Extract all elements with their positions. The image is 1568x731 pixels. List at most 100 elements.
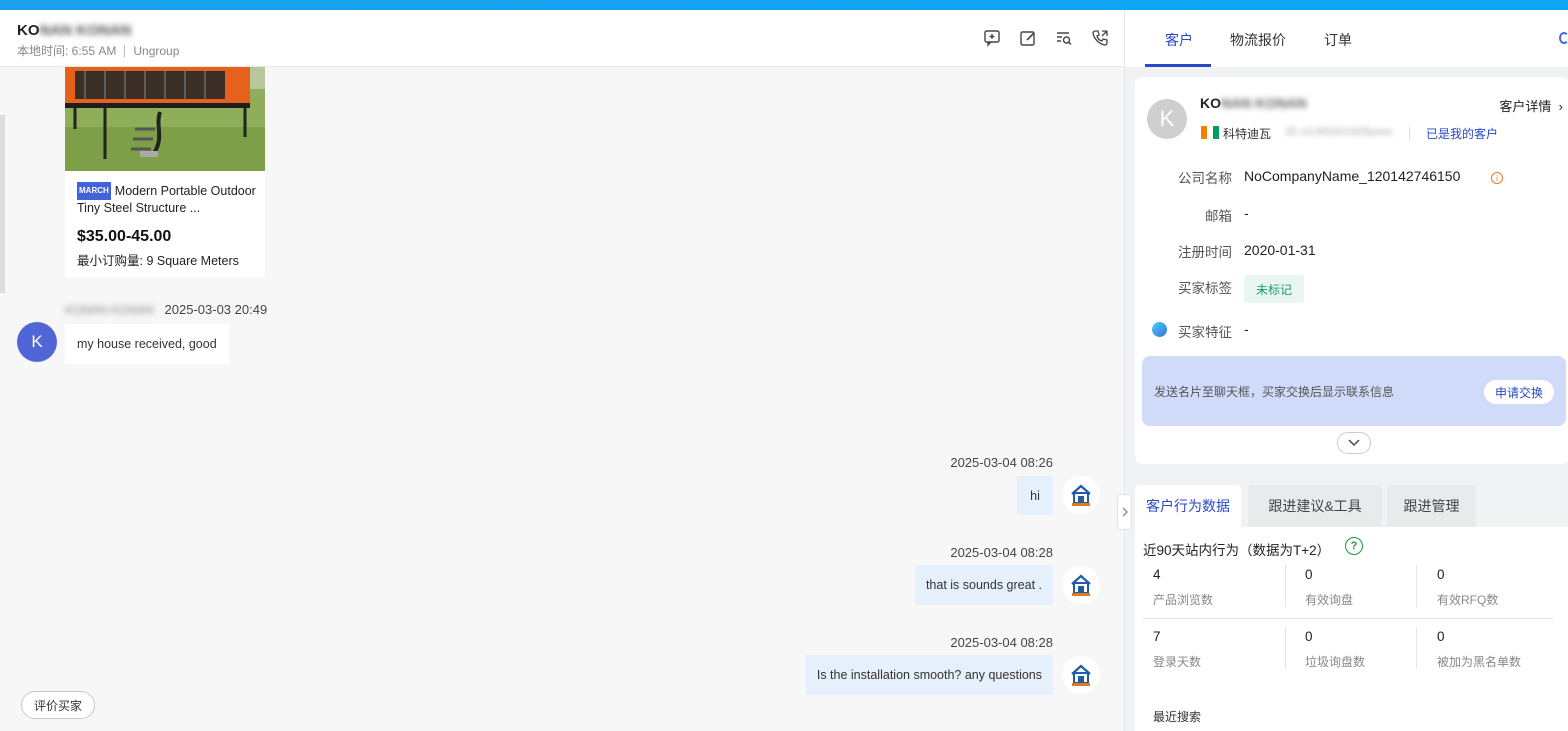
chevron-down-icon — [1348, 439, 1360, 446]
tab-customer[interactable]: 客户 — [1165, 30, 1193, 50]
tab-followup-tools[interactable]: 跟进建议&工具 — [1248, 485, 1382, 527]
company-logo-icon[interactable] — [1062, 656, 1100, 694]
active-tab-indicator — [1145, 64, 1211, 67]
help-icon[interactable]: ? — [1345, 537, 1363, 555]
march-badge: MARCH — [77, 182, 111, 200]
outgoing-message-bubble[interactable]: hi — [1017, 476, 1053, 515]
registration-label: 注册时间 — [1178, 245, 1232, 260]
moq-label: 最小订购量: — [77, 254, 143, 268]
outgoing-message-bubble[interactable]: that is sounds great . — [914, 565, 1053, 605]
chevron-right-icon: › — [1555, 99, 1563, 114]
divider — [1409, 127, 1410, 139]
sender-name: KONAN KONAN — [65, 303, 154, 317]
panel-tabs: 客户 物流报价 订单 — [1125, 10, 1568, 67]
stat-value: 0 — [1305, 629, 1313, 644]
product-price: $35.00-45.00 — [77, 228, 172, 245]
contact-subtitle: 本地时间: 6:55 AM Ungroup — [17, 42, 179, 59]
product-title[interactable]: MARCH Modern Portable Outdoor Tiny Steel … — [77, 182, 257, 216]
outgoing-message-bubble[interactable]: Is the installation smooth? any question… — [805, 655, 1053, 695]
stat-label: 有效询盘 — [1305, 593, 1354, 607]
customer-detail-link[interactable]: 客户详情 › — [1499, 96, 1563, 115]
customer-card: K KONAN KONAN 客户详情 › 科特迪瓦 ID ci136520192… — [1135, 77, 1568, 464]
stat-value: 0 — [1437, 629, 1445, 644]
chat-header: KONAN KONAN 本地时间: 6:55 AM Ungroup — [0, 10, 1124, 67]
company-value: NoCompanyName_120142746150 — [1244, 168, 1461, 184]
tab-orders[interactable]: 订单 — [1324, 30, 1352, 50]
customer-name-text: KO — [1200, 95, 1221, 111]
expand-button[interactable] — [1337, 432, 1371, 454]
contact-name-text: KO — [17, 22, 40, 39]
stat-label: 被加为黑名单数 — [1437, 655, 1522, 669]
top-accent-bar — [0, 0, 1568, 10]
search-list-icon[interactable] — [1054, 28, 1074, 48]
divider — [1416, 627, 1417, 669]
incoming-message-bubble[interactable]: my house received, good — [65, 324, 229, 364]
stat-label: 登录天数 — [1153, 655, 1202, 669]
customer-avatar: K — [1147, 99, 1187, 139]
customer-detail-label: 客户详情 — [1499, 99, 1552, 114]
behavior-data-section: 近90天站内行为（数据为T+2） ? 4 产品浏览数 0 有效询盘 0 有效RF… — [1135, 527, 1568, 731]
panel-collapse-handle[interactable] — [1117, 494, 1132, 530]
incoming-message-meta: KONAN KONAN 2025-03-03 20:49 — [65, 302, 267, 317]
message-timestamp: 2025-03-04 08:28 — [950, 545, 1053, 560]
chat-area: KONAN KONAN 本地时间: 6:55 AM Ungroup MARCH … — [0, 10, 1124, 731]
stat-label: 垃圾询盘数 — [1305, 655, 1366, 669]
behavior-tabs: 客户行为数据 跟进建议&工具 跟进管理 — [1135, 485, 1568, 527]
contact-name: KONAN KONAN — [17, 22, 131, 39]
product-image — [65, 67, 265, 171]
stat-value: 7 — [1153, 629, 1161, 644]
chevron-right-icon — [1122, 507, 1128, 517]
customer-panel: 客户 物流报价 订单 K KONAN KONAN 客户详情 › 科特迪瓦 ID … — [1124, 10, 1568, 731]
search-icon[interactable] — [1559, 32, 1568, 44]
card-exchange-banner: 发送名片至聊天框，买家交换后显示联系信息 申请交换 — [1142, 356, 1566, 426]
behavior-title: 近90天站内行为（数据为T+2） — [1143, 543, 1331, 558]
message-timestamp: 2025-03-04 08:28 — [950, 635, 1053, 650]
company-logo-icon[interactable] — [1062, 476, 1100, 514]
product-moq: 最小订购量: 9 Square Meters — [77, 250, 239, 269]
stat-label: 有效RFQ数 — [1437, 593, 1499, 607]
company-label: 公司名称 — [1178, 171, 1232, 186]
customer-name: KONAN KONAN — [1200, 95, 1307, 111]
moq-value: 9 Square Meters — [146, 254, 239, 268]
tab-followup-management[interactable]: 跟进管理 — [1387, 485, 1476, 527]
edit-icon[interactable] — [1018, 28, 1038, 48]
stat-label: 产品浏览数 — [1153, 593, 1214, 607]
banner-text: 发送名片至聊天框，买家交换后显示联系信息 — [1154, 385, 1395, 399]
add-comment-icon[interactable] — [982, 28, 1002, 48]
registration-value: 2020-01-31 — [1244, 242, 1316, 258]
ownership-status[interactable]: 已是我的客户 — [1426, 125, 1498, 142]
divider — [1285, 565, 1286, 607]
message-timestamp: 2025-03-03 20:49 — [164, 302, 268, 317]
divider — [1143, 618, 1553, 619]
buyer-tag-chip[interactable]: 未标记 — [1244, 275, 1304, 303]
stat-value: 0 — [1437, 567, 1445, 582]
buyer-trait-label: 买家特征 — [1178, 325, 1232, 340]
customer-country: 科特迪瓦 — [1223, 127, 1272, 141]
divider — [124, 44, 126, 57]
contact-name-blurred: NAN KONAN — [39, 22, 132, 39]
group-label[interactable]: Ungroup — [133, 44, 179, 58]
phone-forward-icon[interactable] — [1090, 28, 1110, 48]
request-exchange-button[interactable]: 申请交换 — [1484, 380, 1554, 404]
customer-id: ID ci1365201925yxou — [1286, 126, 1393, 138]
stat-value: 4 — [1153, 567, 1161, 582]
info-icon[interactable]: i — [1491, 172, 1503, 184]
stat-value: 0 — [1305, 567, 1313, 582]
flag-icon — [1201, 126, 1219, 139]
company-logo-icon[interactable] — [1062, 566, 1100, 604]
tab-logistics-quote[interactable]: 物流报价 — [1230, 30, 1286, 50]
divider — [1416, 565, 1417, 607]
tab-behavior-data[interactable]: 客户行为数据 — [1135, 485, 1241, 527]
recent-search-heading: 最近搜索 — [1153, 710, 1202, 724]
customer-name-blurred: NAN KONAN — [1221, 95, 1307, 111]
buyer-trait-value: - — [1244, 321, 1249, 337]
email-value: - — [1244, 205, 1249, 221]
message-timestamp: 2025-03-04 08:26 — [950, 455, 1053, 470]
local-time: 本地时间: 6:55 AM — [17, 44, 117, 58]
divider — [1285, 627, 1286, 669]
avatar[interactable]: K — [17, 322, 57, 362]
product-card[interactable]: MARCH Modern Portable Outdoor Tiny Steel … — [65, 67, 265, 277]
email-label: 邮箱 — [1205, 209, 1232, 224]
scrollbar-thumb[interactable] — [0, 115, 5, 293]
rate-buyer-button[interactable]: 评价买家 — [21, 691, 95, 719]
